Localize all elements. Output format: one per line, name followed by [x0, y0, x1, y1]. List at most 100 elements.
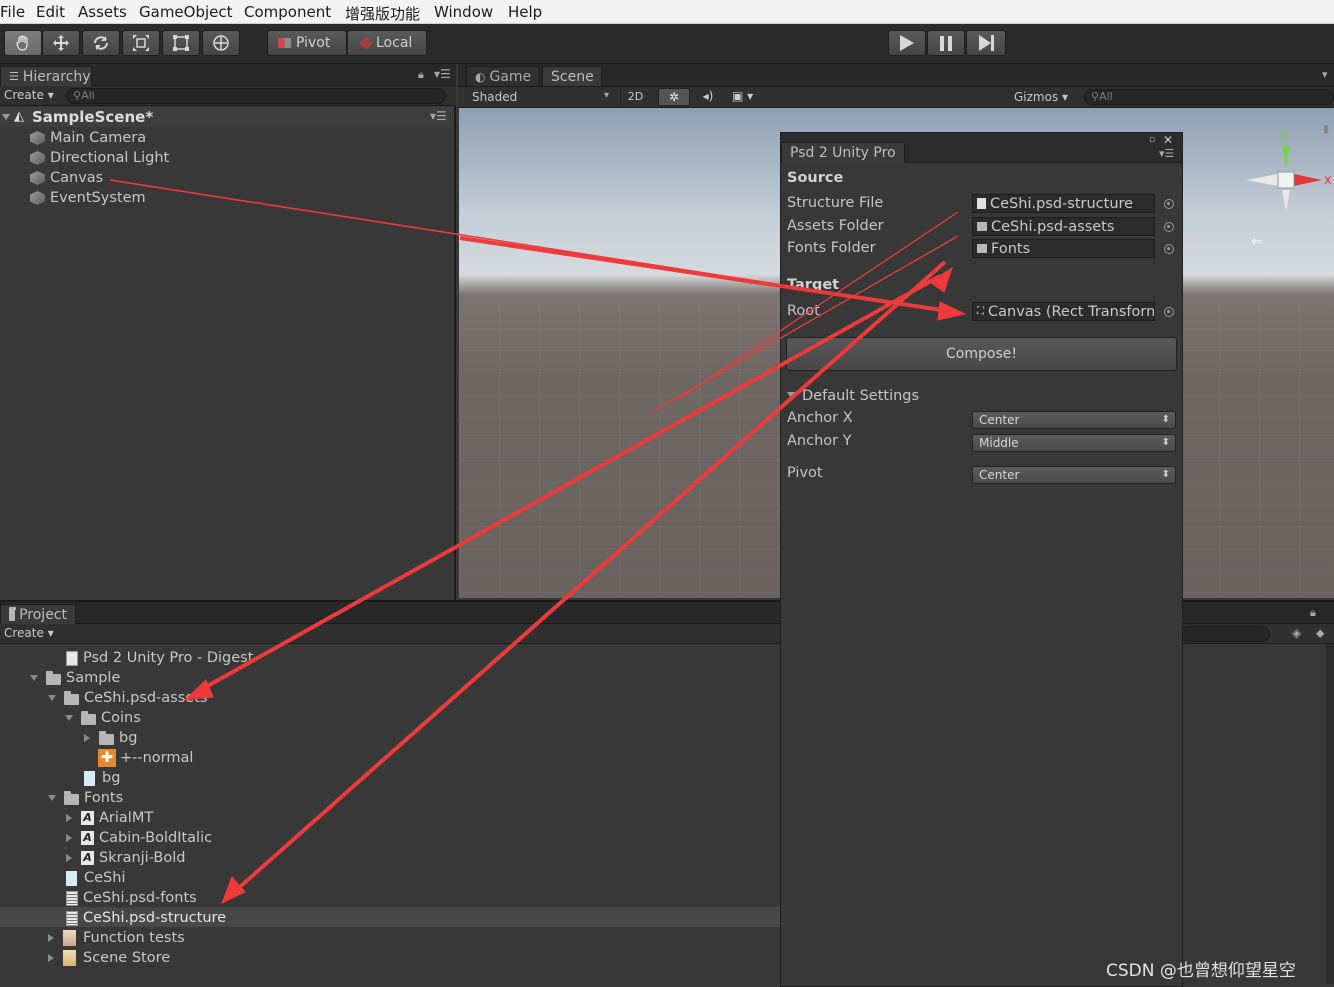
project-item-bg-image[interactable]: bg [84, 768, 120, 788]
menu-file[interactable]: File [0, 3, 25, 21]
project-scrollbar[interactable] [1326, 644, 1334, 984]
hand-tool-button[interactable] [4, 30, 42, 56]
project-item-skranji[interactable]: A Skranji-Bold [66, 848, 185, 868]
tab-hierarchy[interactable]: ☰ Hierarchy [0, 66, 92, 86]
project-item-arialmt[interactable]: A ArialMT [66, 808, 153, 828]
scene-header-row[interactable]: ◭ SampleScene* ▾☰ [0, 107, 454, 127]
menu-window[interactable]: Window [434, 3, 493, 21]
anchor-x-dropdown[interactable]: Center [972, 411, 1176, 429]
scale-tool-button[interactable] [122, 30, 160, 56]
x-axis-cone[interactable] [1294, 174, 1322, 186]
menu-enhanced[interactable]: 增强版功能 [345, 3, 420, 24]
lock-icon[interactable]: 🔒︎ [418, 68, 424, 82]
project-item-scene-store[interactable]: Scene Store [48, 948, 170, 968]
project-item-cabin[interactable]: A Cabin-BoldItalic [66, 828, 212, 848]
default-settings-header[interactable]: Default Settings [802, 388, 919, 404]
hierarchy-item-directional-light[interactable]: Directional Light [30, 148, 169, 168]
object-picker-icon[interactable] [1164, 222, 1174, 232]
structure-file-field[interactable]: CeShi.psd-structure [972, 194, 1155, 213]
pause-button[interactable] [927, 30, 965, 56]
project-item-sample[interactable]: Sample [30, 668, 120, 688]
project-item-psd-assets[interactable]: CeShi.psd-assets [48, 688, 207, 708]
collapse-arrow-icon[interactable] [66, 854, 72, 862]
project-item-ceshi[interactable]: CeShi [66, 868, 125, 888]
collapse-arrow-icon[interactable] [66, 834, 72, 842]
project-search-input[interactable] [1180, 626, 1270, 642]
scene-search-input[interactable]: ⚲All [1084, 89, 1334, 105]
tab-scene[interactable]: Scene [542, 66, 602, 86]
project-item-digest[interactable]: Psd 2 Unity Pro - Digest [66, 648, 253, 668]
effects-toggle[interactable]: ▣ ▾ [728, 88, 768, 106]
project-item-bg-folder[interactable]: bg [84, 728, 137, 748]
play-button[interactable] [888, 30, 926, 56]
pivot-dropdown[interactable]: Center [972, 466, 1176, 484]
object-picker-icon[interactable] [1164, 307, 1174, 317]
lighting-toggle[interactable]: ✲ [658, 88, 690, 106]
panel-menu-icon[interactable]: ▾☰ [434, 67, 451, 81]
scene-icon [63, 930, 76, 946]
root-field[interactable]: ⛶ Canvas (Rect Transforn [972, 302, 1155, 321]
hierarchy-item-main-camera[interactable]: Main Camera [30, 128, 146, 148]
local-toggle[interactable]: Local [347, 30, 427, 56]
panel-menu-icon[interactable]: ▾☰ [1159, 147, 1174, 160]
assets-folder-field[interactable]: CeShi.psd-assets [972, 217, 1155, 236]
hierarchy-create-button[interactable]: Create ▾ [4, 88, 54, 102]
object-picker-icon[interactable] [1164, 199, 1174, 209]
tab-psd2unity[interactable]: Psd 2 Unity Pro [781, 142, 905, 163]
menu-help[interactable]: Help [508, 3, 542, 21]
expand-arrow-icon[interactable] [48, 695, 56, 701]
lock-icon[interactable]: ▮ [1323, 122, 1329, 135]
hierarchy-search-input[interactable]: ⚲All [66, 88, 446, 104]
tab-project[interactable]: Project [0, 604, 76, 624]
foldout-arrow-icon[interactable] [787, 392, 797, 400]
neg-x-cone[interactable] [1246, 174, 1278, 186]
fonts-folder-field[interactable]: Fonts [972, 239, 1155, 258]
project-item-psd-structure[interactable]: CeShi.psd-structure [66, 908, 226, 928]
object-picker-icon[interactable] [1164, 244, 1174, 254]
maximize-icon[interactable]: ▫ [1149, 135, 1155, 145]
anchor-y-dropdown[interactable]: Middle [972, 434, 1176, 452]
project-item-psd-fonts[interactable]: CeShi.psd-fonts [66, 888, 197, 908]
project-item-function-tests[interactable]: Function tests [48, 928, 185, 948]
filter-by-label-icon[interactable]: ⬥ [1316, 626, 1324, 641]
pivot-toggle[interactable]: Pivot [267, 30, 347, 56]
transform-tool-button[interactable] [202, 30, 240, 56]
expand-arrow-icon[interactable] [30, 675, 38, 681]
rotate-tool-button[interactable] [82, 30, 120, 56]
neg-y-cone[interactable] [1282, 190, 1290, 212]
hierarchy-item-eventsystem[interactable]: EventSystem [30, 188, 146, 208]
expand-arrow-icon[interactable] [65, 715, 73, 721]
shading-dropdown-icon[interactable]: ▾ [604, 90, 609, 101]
scene-menu-icon[interactable]: ▾☰ [430, 109, 447, 123]
y-axis-cone[interactable] [1282, 146, 1290, 168]
filter-by-type-icon[interactable]: ◈ [1292, 626, 1301, 640]
collapse-arrow-icon[interactable] [66, 814, 72, 822]
close-icon[interactable]: ✕ [1163, 133, 1173, 147]
project-create-button[interactable]: Create ▾ [4, 626, 54, 640]
rect-tool-button[interactable] [162, 30, 200, 56]
2d-toggle[interactable]: 2D [620, 88, 650, 106]
lock-icon[interactable]: 🔒︎ [1310, 606, 1316, 620]
menu-gameobject[interactable]: GameObject [139, 3, 233, 21]
audio-toggle[interactable]: ◂) [694, 88, 722, 106]
tab-game[interactable]: ◐ Game [466, 66, 540, 86]
step-button[interactable] [966, 30, 1006, 56]
expand-arrow-icon[interactable] [48, 795, 56, 801]
project-item-fonts[interactable]: Fonts [48, 788, 123, 808]
menu-component[interactable]: Component [244, 3, 331, 21]
collapse-arrow-icon[interactable] [48, 934, 54, 942]
expand-arrow-icon[interactable] [2, 114, 10, 120]
scene-orientation-gizmo[interactable]: y x ⇐ [1239, 116, 1334, 246]
collapse-arrow-icon[interactable] [84, 734, 90, 742]
move-tool-button[interactable] [42, 30, 80, 56]
compose-button[interactable]: Compose! [786, 337, 1177, 371]
menu-assets[interactable]: Assets [78, 3, 127, 21]
hierarchy-item-canvas[interactable]: Canvas [30, 168, 103, 188]
gizmos-dropdown[interactable]: Gizmos ▾ [1014, 90, 1068, 104]
project-item-normal-sprite[interactable]: ✚ +--normal [98, 748, 193, 768]
collapse-arrow-icon[interactable] [48, 954, 54, 962]
panel-menu-icon[interactable]: ▾ [1322, 68, 1328, 81]
gizmo-center-cube[interactable] [1277, 171, 1295, 189]
project-item-coins[interactable]: Coins [65, 708, 141, 728]
menu-edit[interactable]: Edit [36, 3, 65, 21]
